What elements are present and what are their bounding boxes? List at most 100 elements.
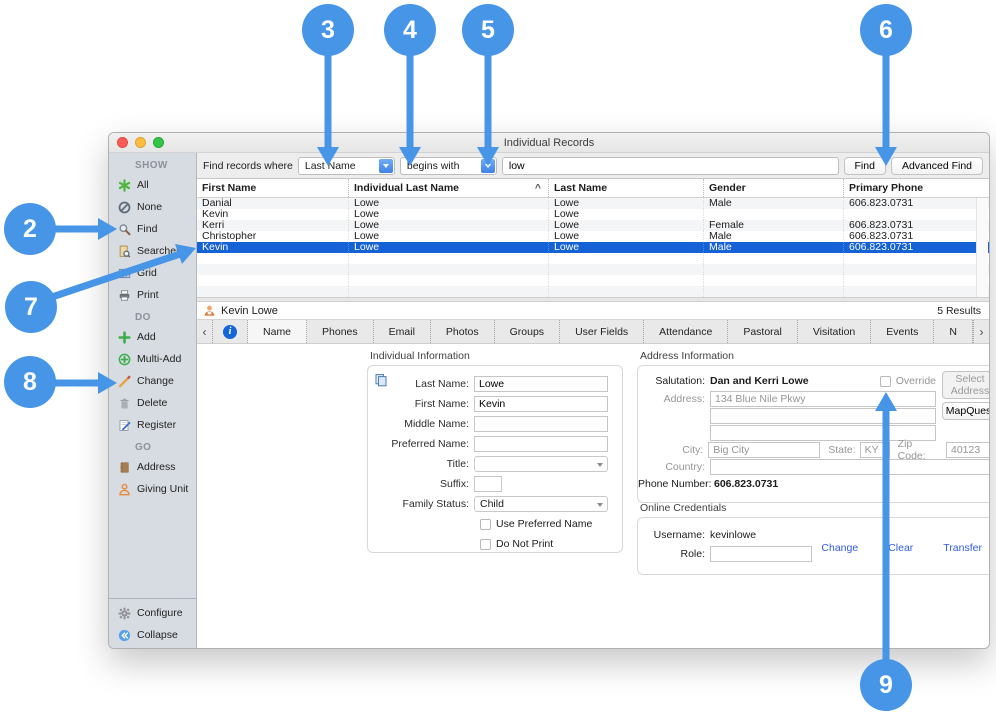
- country-label: Country:: [638, 461, 710, 473]
- results-count: 5 Results: [937, 305, 981, 317]
- sidebar-item-none[interactable]: None: [109, 196, 196, 218]
- mapquest-button[interactable]: MapQuest: [942, 402, 990, 420]
- sidebar-item-collapse[interactable]: Collapse: [109, 624, 196, 646]
- chevron-down-icon: [597, 463, 603, 467]
- username-value: kevinlowe: [710, 529, 756, 541]
- table-row-selected[interactable]: KevinLoweLoweMale606.823.0731: [197, 242, 989, 253]
- sidebar: SHOW All None Find Searches Grid Print D…: [109, 153, 197, 648]
- tabs-next-button[interactable]: ›: [973, 320, 989, 343]
- chevron-down-icon: [379, 159, 393, 173]
- sidebar-item-all[interactable]: All: [109, 174, 196, 196]
- middle-name-field[interactable]: [474, 416, 608, 432]
- sidebar-item-giving-unit[interactable]: Giving Unit: [109, 478, 196, 500]
- column-individual-last-name[interactable]: Individual Last Name^: [349, 179, 549, 197]
- sidebar-item-grid[interactable]: Grid: [109, 262, 196, 284]
- grid-icon: [118, 267, 131, 280]
- column-last-name[interactable]: Last Name: [549, 179, 704, 197]
- change-link[interactable]: Change: [821, 542, 858, 554]
- pencil-icon: [118, 375, 131, 388]
- tab-info[interactable]: i: [213, 320, 248, 343]
- override-label: Override: [896, 375, 936, 387]
- tab-photos[interactable]: Photos: [431, 320, 495, 343]
- tab-visitation[interactable]: Visitation: [798, 320, 871, 343]
- plus-icon: [118, 331, 131, 344]
- title-label: Title:: [368, 458, 474, 470]
- tab-pastoral[interactable]: Pastoral: [728, 320, 798, 343]
- record-header: Kevin Lowe 5 Results: [197, 302, 989, 320]
- search-input[interactable]: [502, 157, 839, 175]
- state-field[interactable]: [860, 442, 890, 458]
- last-name-field[interactable]: [474, 376, 608, 392]
- tab-name[interactable]: Name: [248, 320, 307, 343]
- chevron-down-icon: [481, 159, 495, 173]
- table-row[interactable]: ChristopherLoweLoweMale606.823.0731: [197, 231, 989, 242]
- tab-email[interactable]: Email: [374, 320, 431, 343]
- override-checkbox[interactable]: [880, 376, 891, 387]
- advanced-find-button[interactable]: Advanced Find: [891, 157, 983, 175]
- record-name: Kevin Lowe: [221, 305, 278, 317]
- first-name-label: First Name:: [368, 398, 474, 410]
- sidebar-section-do: DO: [109, 309, 196, 326]
- sidebar-item-print[interactable]: Print: [109, 284, 196, 306]
- salutation-label: Salutation:: [638, 375, 710, 387]
- title-select[interactable]: [474, 456, 608, 472]
- suffix-label: Suffix:: [368, 478, 474, 490]
- tab-phones[interactable]: Phones: [307, 320, 374, 343]
- table-header: First Name Individual Last Name^ Last Na…: [197, 179, 989, 198]
- gear-icon: [118, 607, 131, 620]
- tab-groups[interactable]: Groups: [495, 320, 560, 343]
- city-field[interactable]: [708, 442, 820, 458]
- country-field[interactable]: [710, 459, 990, 475]
- tab-user-fields[interactable]: User Fields: [560, 320, 644, 343]
- table-row-empty: [197, 253, 989, 264]
- clear-link[interactable]: Clear: [888, 542, 913, 554]
- tab-next-partial[interactable]: N: [934, 320, 973, 343]
- copy-icon[interactable]: [374, 373, 388, 387]
- sidebar-item-delete[interactable]: Delete: [109, 392, 196, 414]
- table-row[interactable]: KerriLoweLoweFemale606.823.0731: [197, 220, 989, 231]
- phone-number-label: Phone Number:: [638, 478, 714, 490]
- table-row[interactable]: DanialLoweLoweMale606.823.0731: [197, 198, 989, 209]
- use-preferred-name-label: Use Preferred Name: [496, 518, 592, 530]
- phone-number-value: 606.823.0731: [714, 478, 778, 490]
- sidebar-item-change[interactable]: Change: [109, 370, 196, 392]
- suffix-field[interactable]: [474, 476, 502, 492]
- address-label: Address:: [638, 393, 710, 405]
- results-table: First Name Individual Last Name^ Last Na…: [197, 179, 989, 297]
- address-line1-field[interactable]: [710, 391, 936, 407]
- find-records-where-label: Find records where: [203, 160, 293, 172]
- column-gender[interactable]: Gender: [704, 179, 844, 197]
- transfer-link[interactable]: Transfer: [943, 542, 982, 554]
- sidebar-item-find[interactable]: Find: [109, 218, 196, 240]
- role-field[interactable]: [710, 546, 812, 562]
- sidebar-item-address[interactable]: Address: [109, 456, 196, 478]
- zip-code-field[interactable]: [946, 442, 990, 458]
- sidebar-item-register[interactable]: Register: [109, 414, 196, 436]
- tab-attendance[interactable]: Attendance: [644, 320, 728, 343]
- callout-5: 5: [462, 4, 514, 56]
- titlebar: Individual Records: [109, 133, 989, 153]
- preferred-name-field[interactable]: [474, 436, 608, 452]
- first-name-field[interactable]: [474, 396, 608, 412]
- do-not-print-checkbox[interactable]: [480, 539, 491, 550]
- find-button[interactable]: Find: [844, 157, 886, 175]
- select-address-button[interactable]: Select Address: [942, 371, 990, 399]
- use-preferred-name-checkbox[interactable]: [480, 519, 491, 530]
- tabs-prev-button[interactable]: ‹: [197, 320, 213, 343]
- table-scrollbar[interactable]: [976, 198, 988, 297]
- column-first-name[interactable]: First Name: [197, 179, 349, 197]
- printer-icon: [118, 289, 131, 302]
- table-row[interactable]: KevinLoweLowe: [197, 209, 989, 220]
- sidebar-item-searches[interactable]: Searches: [109, 240, 196, 262]
- city-label: City:: [638, 444, 708, 456]
- sidebar-item-configure[interactable]: Configure: [109, 602, 196, 624]
- family-status-select[interactable]: Child: [474, 496, 608, 512]
- operator-select[interactable]: begins with: [400, 157, 497, 175]
- sidebar-section-show: SHOW: [109, 157, 196, 174]
- sidebar-item-multi-add[interactable]: Multi-Add: [109, 348, 196, 370]
- tab-events[interactable]: Events: [871, 320, 934, 343]
- sidebar-item-add[interactable]: Add: [109, 326, 196, 348]
- column-primary-phone[interactable]: Primary Phone: [844, 179, 989, 197]
- field-select[interactable]: Last Name: [298, 157, 395, 175]
- address-line2-field[interactable]: [710, 408, 936, 424]
